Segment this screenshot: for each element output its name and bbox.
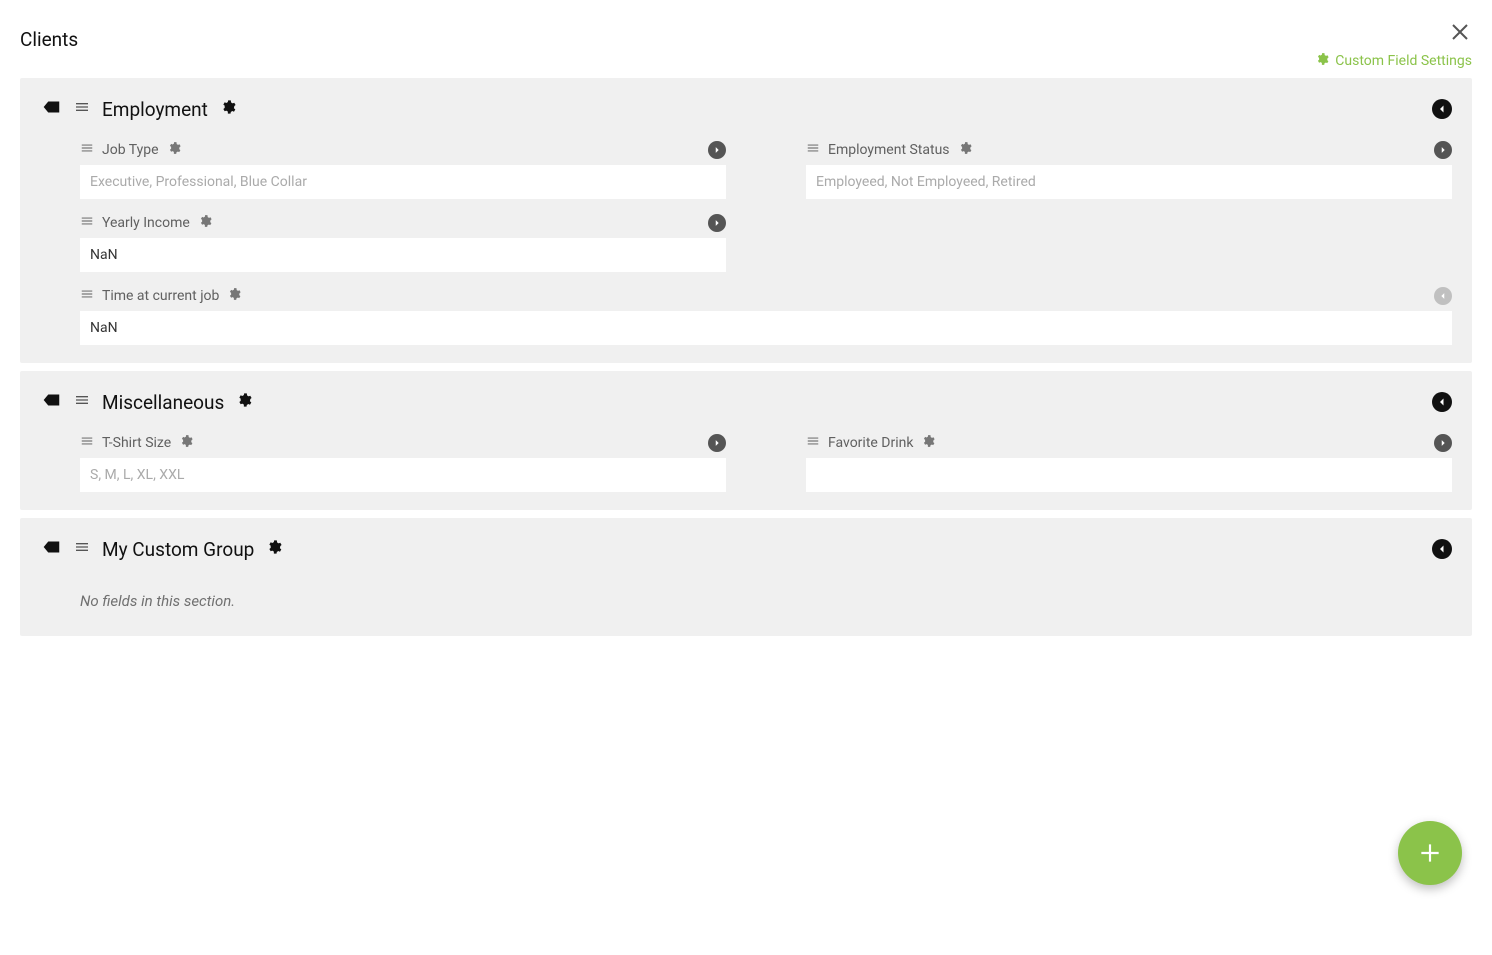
- field-label: Yearly Income: [102, 215, 190, 231]
- field-toggle-button[interactable]: [708, 214, 726, 232]
- field: Time at current job: [80, 286, 1452, 345]
- group-card: Miscellaneous T-Shirt Size Favorite Drink: [20, 371, 1472, 510]
- field-input[interactable]: [80, 238, 726, 272]
- field-input[interactable]: [806, 165, 1452, 199]
- group-title: Employment: [102, 98, 208, 121]
- close-icon[interactable]: [1448, 20, 1472, 48]
- tag-icon: [40, 536, 62, 562]
- no-fields-message: No fields in this section.: [40, 580, 1452, 618]
- tag-icon: [40, 96, 62, 122]
- field: T-Shirt Size: [80, 433, 726, 492]
- field-toggle-button[interactable]: [1434, 434, 1452, 452]
- gear-icon[interactable]: [266, 539, 282, 559]
- add-button[interactable]: [1398, 821, 1462, 885]
- field-label: Employment Status: [828, 142, 950, 158]
- group-header: Miscellaneous: [40, 389, 1452, 415]
- field-input[interactable]: [806, 458, 1452, 492]
- gear-icon[interactable]: [198, 213, 212, 232]
- field: Job Type: [80, 140, 726, 199]
- field-label: T-Shirt Size: [102, 435, 171, 451]
- gear-icon[interactable]: [958, 140, 972, 159]
- drag-handle-icon[interactable]: [74, 99, 90, 119]
- group-card: Employment Job Type Employment Status Yearl…: [20, 78, 1472, 363]
- field-input[interactable]: [80, 165, 726, 199]
- collapse-group-button[interactable]: [1432, 99, 1452, 119]
- drag-handle-icon[interactable]: [806, 433, 820, 452]
- drag-handle-icon[interactable]: [74, 539, 90, 559]
- field-toggle-button[interactable]: [708, 434, 726, 452]
- field: Yearly Income: [80, 213, 726, 272]
- group-header: My Custom Group: [40, 536, 1452, 562]
- drag-handle-icon[interactable]: [80, 286, 94, 305]
- drag-handle-icon[interactable]: [80, 433, 94, 452]
- field-label: Favorite Drink: [828, 435, 913, 451]
- field-toggle-button[interactable]: [708, 141, 726, 159]
- gear-icon: [1315, 52, 1329, 70]
- drag-handle-icon[interactable]: [74, 392, 90, 412]
- field-label: Job Type: [102, 142, 159, 158]
- settings-link-label: Custom Field Settings: [1335, 53, 1472, 69]
- field-label: Time at current job: [102, 288, 219, 304]
- page-title: Clients: [20, 28, 78, 51]
- field-input[interactable]: [80, 311, 1452, 345]
- tag-icon: [40, 389, 62, 415]
- field-toggle-button[interactable]: [1434, 141, 1452, 159]
- group-title: My Custom Group: [102, 538, 254, 561]
- field-toggle-button[interactable]: [1434, 287, 1452, 305]
- gear-icon[interactable]: [236, 392, 252, 412]
- drag-handle-icon[interactable]: [80, 213, 94, 232]
- drag-handle-icon[interactable]: [80, 140, 94, 159]
- field: Favorite Drink: [806, 433, 1452, 492]
- field-input[interactable]: [80, 458, 726, 492]
- gear-icon[interactable]: [220, 99, 236, 119]
- collapse-group-button[interactable]: [1432, 392, 1452, 412]
- group-card: My Custom Group No fields in this section…: [20, 518, 1472, 636]
- group-header: Employment: [40, 96, 1452, 122]
- drag-handle-icon[interactable]: [806, 140, 820, 159]
- field: Employment Status: [806, 140, 1452, 199]
- gear-icon[interactable]: [227, 286, 241, 305]
- custom-field-settings-link[interactable]: Custom Field Settings: [1315, 52, 1472, 70]
- group-title: Miscellaneous: [102, 391, 224, 414]
- collapse-group-button[interactable]: [1432, 539, 1452, 559]
- gear-icon[interactable]: [167, 140, 181, 159]
- gear-icon[interactable]: [921, 433, 935, 452]
- gear-icon[interactable]: [179, 433, 193, 452]
